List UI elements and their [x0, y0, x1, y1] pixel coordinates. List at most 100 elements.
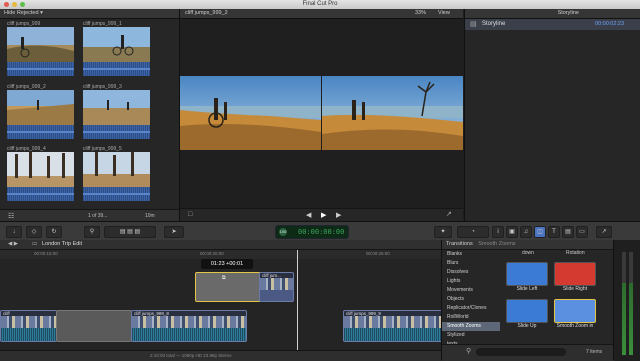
tile-label: Smooth Zoom in — [556, 323, 594, 329]
event-browser: Hide Rejected ▾ cliff jumps_999 cliff ju… — [0, 9, 180, 222]
primary-clip[interactable]: cliff — [0, 310, 57, 342]
search-icon[interactable]: ⚲ — [84, 226, 100, 238]
titles-browser-icon[interactable]: T — [548, 226, 560, 238]
view-popup[interactable]: View — [438, 9, 450, 18]
transition-handle-icon: ⧉ — [222, 275, 226, 281]
tile-label: Slide Right — [562, 286, 588, 292]
clip-frame — [7, 152, 74, 187]
audio-waveform — [7, 62, 74, 76]
audio-waveform — [7, 125, 74, 139]
inspector-button[interactable]: i — [492, 226, 504, 238]
fullscreen-icon[interactable]: ↗ — [446, 210, 452, 218]
playhead[interactable] — [297, 250, 298, 360]
category-item[interactable]: Blanks — [442, 250, 500, 259]
transitions-subtitle: Smooth Zooms — [478, 241, 516, 247]
retiming-popup[interactable]: ◔ — [457, 226, 489, 238]
storyline-row[interactable]: ▤ Storyline 00:00:02:23 — [465, 19, 640, 30]
connected-clip[interactable]: cliff jum... — [259, 272, 294, 302]
timeline: ◀ ▶ ▭ London Trip Edit 00:00:15:00 00:00… — [0, 240, 443, 361]
back-arrow-icon[interactable]: ◀ ▶ — [8, 240, 18, 249]
window-title: Final Cut Pro — [302, 1, 338, 7]
import-button[interactable]: ↓ — [6, 226, 22, 238]
category-item[interactable]: Replicator/Clones — [442, 304, 500, 313]
edit-buttons[interactable]: ▤ ▤ ▤ — [104, 226, 156, 238]
category-item[interactable]: Objects — [442, 295, 500, 304]
search-input[interactable] — [476, 348, 566, 356]
primary-clip[interactable]: cliff jumps_999_9 — [343, 310, 443, 342]
category-item[interactable]: Lights — [442, 277, 500, 286]
transition-clip[interactable]: ⧉ — [195, 272, 261, 302]
themes-browser-icon[interactable]: ▭ — [576, 226, 588, 238]
effects-wand-icon[interactable]: ✦ — [434, 226, 452, 238]
transition-clip[interactable] — [56, 310, 132, 342]
music-browser-icon[interactable]: ♫ — [520, 226, 532, 238]
clip-thumbnail[interactable]: cliff jumps_999_1 — [83, 21, 150, 76]
audio-waveform — [7, 187, 74, 201]
clip-thumbnail[interactable]: cliff jumps_999_4 — [7, 146, 74, 201]
category-list: Blanks Blurs Dissolves Lights Movements … — [442, 250, 500, 349]
select-tool-button[interactable]: ➤ — [164, 226, 184, 238]
ruler-tick: 00:00:20:00 — [200, 251, 224, 256]
transform-icon[interactable]: □ — [188, 211, 192, 218]
category-item[interactable]: Dissolves — [442, 268, 500, 277]
trim-duration: 01:23 — [210, 261, 225, 267]
items-count: 7 items — [586, 349, 603, 355]
clip-frame — [83, 152, 150, 187]
storyline-label: Storyline — [482, 21, 506, 27]
transition-tile[interactable]: Slide Left — [506, 262, 548, 293]
clip-thumbnail[interactable]: cliff jumps_999_2 — [7, 84, 74, 139]
transitions-footer: ⚲ 7 items — [442, 344, 614, 361]
close-window-button[interactable] — [4, 2, 9, 7]
category-item[interactable]: Stylized — [442, 331, 500, 340]
timeline-ruler[interactable]: 00:00:15:00 00:00:20:00 00:00:25:00 — [0, 250, 441, 259]
transition-tile[interactable]: Smooth Zoom in — [554, 299, 596, 330]
filmstrip — [344, 316, 442, 328]
primary-clip[interactable]: cliff jumps_999_8 — [131, 310, 247, 342]
timecode-percent: 100 — [279, 228, 287, 236]
next-frame-button[interactable]: ▶ — [336, 211, 341, 219]
zoom-popup[interactable]: 33% — [415, 9, 426, 18]
keyword-button[interactable]: ◇ — [26, 226, 42, 238]
clip-thumbnail[interactable]: cliff jumps_999 — [7, 21, 74, 76]
timeline-header: ◀ ▶ ▭ London Trip Edit — [0, 240, 441, 250]
clip-thumbnail[interactable]: cliff jumps_999_5 — [83, 146, 150, 201]
clip-frame — [7, 27, 74, 62]
title-bar: Final Cut Pro — [0, 0, 640, 9]
generators-browser-icon[interactable]: ▤ — [562, 226, 574, 238]
zoom-window-button[interactable] — [20, 2, 25, 7]
transition-preview — [506, 262, 548, 286]
audio-waveform — [344, 328, 442, 341]
share-icon[interactable]: ↗ — [596, 226, 612, 238]
audio-waveform — [83, 187, 150, 201]
clip-frame — [83, 90, 150, 125]
analyze-button[interactable]: ↻ — [46, 226, 62, 238]
filter-popup[interactable]: Hide Rejected — [4, 10, 39, 16]
category-item[interactable]: RollWorld — [442, 313, 500, 322]
search-icon: ⚲ — [466, 348, 472, 355]
clip-count: 1 of 39... — [88, 213, 108, 219]
previous-frame-button[interactable]: ◀ — [306, 211, 311, 219]
clip-thumbnail[interactable]: cliff jumps_999_3 — [83, 84, 150, 139]
list-view-icon[interactable]: ☷ — [8, 212, 14, 220]
clip-frame — [7, 90, 74, 125]
minimize-window-button[interactable] — [12, 2, 17, 7]
dashboard-timecode[interactable]: 100 00:00:00:00 — [275, 225, 349, 239]
transitions-title: Transitions — [446, 241, 473, 247]
timeline-footer: 2:10:00 total — 1080p HD 23.98p Stereo — [0, 350, 441, 361]
filmstrip — [132, 316, 246, 328]
transition-preview — [554, 262, 596, 286]
photo-browser-icon[interactable]: ▣ — [506, 226, 518, 238]
project-name: London Trip Edit — [42, 241, 83, 247]
category-item[interactable]: Movements — [442, 286, 500, 295]
viewer: cliff jumps_999_2 33% View □ ◀ ▶ ▶ ↗ — [180, 9, 463, 222]
play-button[interactable]: ▶ — [321, 211, 326, 219]
transitions-browser-icon[interactable]: ◫ — [534, 226, 546, 238]
trim-tooltip: 01:23 +00:01 — [201, 259, 253, 269]
category-item[interactable]: Blurs — [442, 259, 500, 268]
transition-tile[interactable]: Slide Right — [554, 262, 596, 293]
tile-label: down — [522, 250, 534, 256]
chevron-icon: ▾ — [40, 10, 43, 16]
category-item-selected[interactable]: Smooth Zooms — [442, 322, 500, 331]
transition-tile[interactable]: Slide Up — [506, 299, 548, 330]
inspector: Storyline ▤ Storyline 00:00:02:23 — [464, 9, 640, 221]
